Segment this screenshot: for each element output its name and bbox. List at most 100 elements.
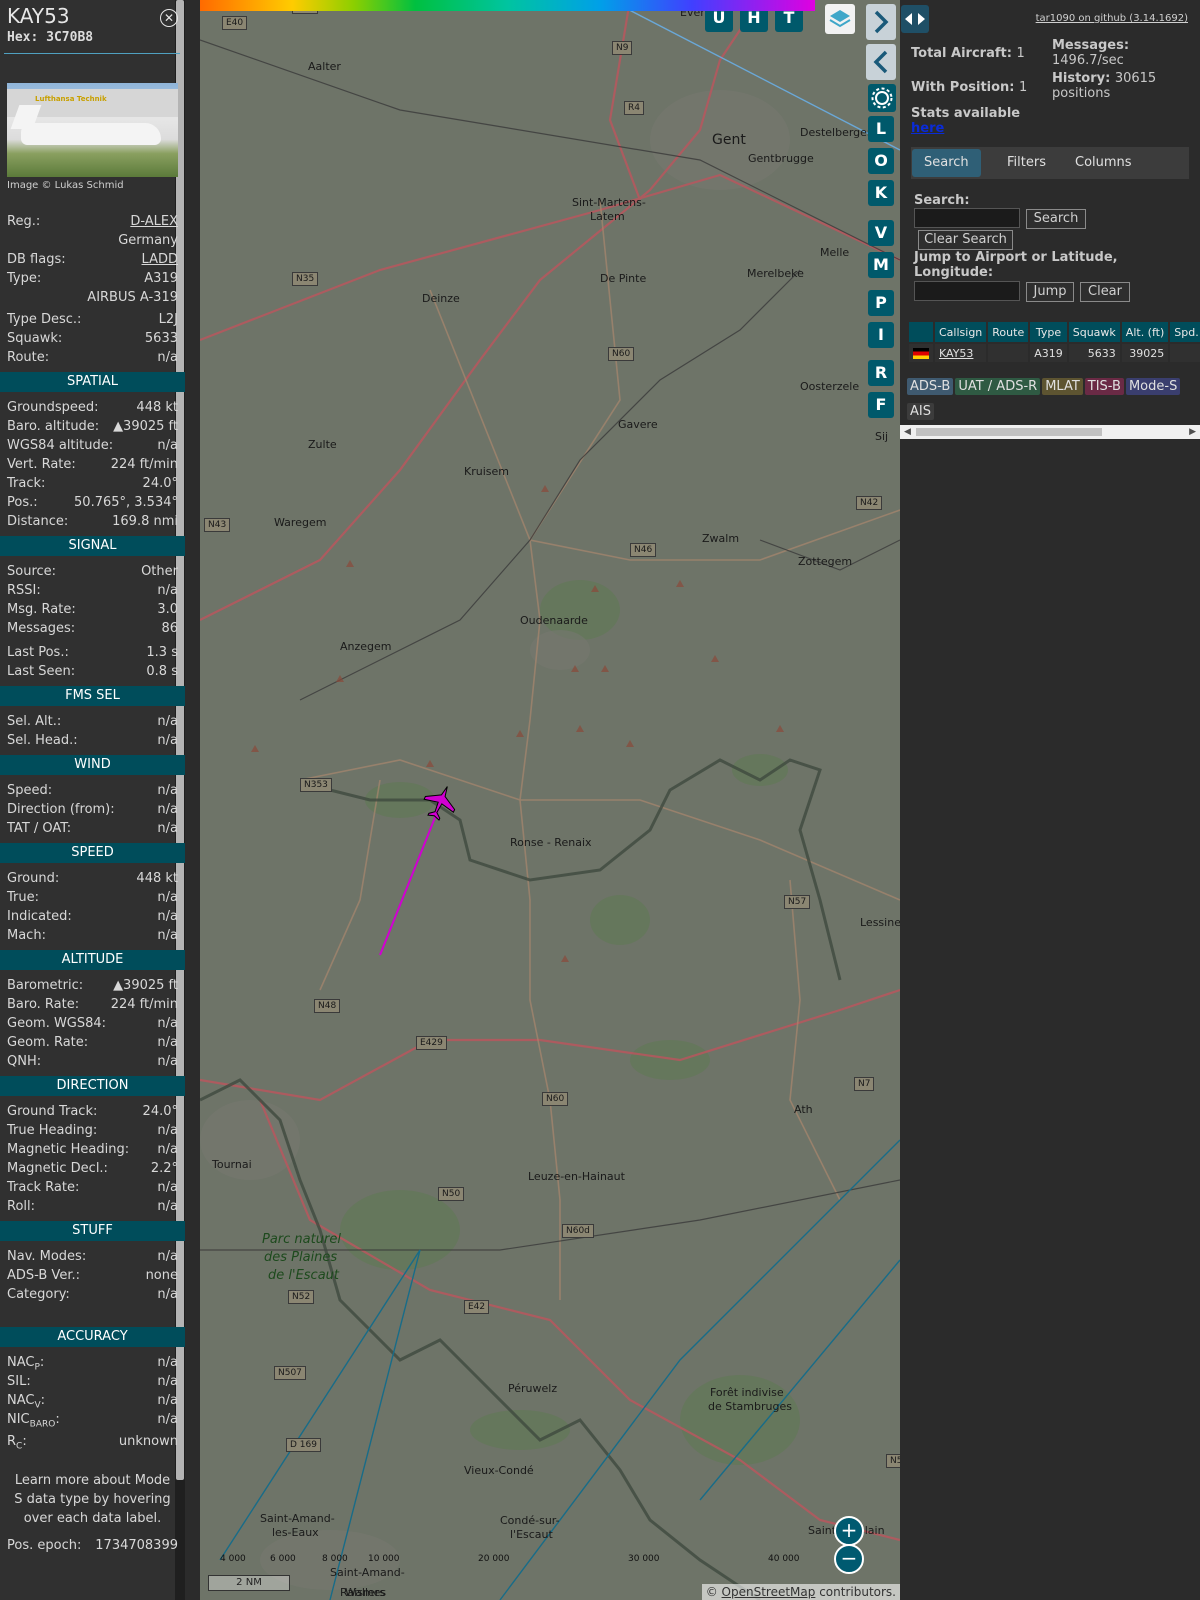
detail-row-nav-modes: Nav. Modes: n/a <box>0 1247 185 1266</box>
detail-label: Pos.: <box>7 495 38 510</box>
settings-gear-icon[interactable] <box>868 84 896 112</box>
place-label: Gavere <box>618 418 658 431</box>
search-input[interactable] <box>914 208 1020 228</box>
map-attribution: © OpenStreetMap contributors. <box>701 1584 900 1600</box>
table-horizontal-scrollbar[interactable]: ◀ ▶ <box>900 425 1200 439</box>
section-header-altitude[interactable]: ALTITUDE <box>0 950 185 970</box>
map-button-r[interactable]: R <box>868 360 894 386</box>
tab-search[interactable]: Search <box>912 149 981 177</box>
map-button-l[interactable]: L <box>868 116 894 142</box>
col-squawk[interactable]: Squawk <box>1068 322 1120 342</box>
section-header-wind[interactable]: WIND <box>0 755 185 775</box>
table-row[interactable]: KAY53 A319 5633 39025 <box>909 344 1200 362</box>
with-position-value: 1 <box>1019 80 1028 95</box>
map-button-v[interactable]: V <box>868 220 894 246</box>
source-chip-mode-s[interactable]: Mode-S <box>1125 378 1181 395</box>
detail-label: TAT / OAT: <box>7 821 72 836</box>
split-toggle-icon[interactable] <box>901 5 929 33</box>
place-label: les-Eaux <box>272 1526 319 1539</box>
detail-value: n/a <box>157 350 178 365</box>
aircraft-ident: KAY53 Hex: 3C70B8 <box>0 0 185 45</box>
map-button-m[interactable]: M <box>868 252 894 278</box>
detail-value: none <box>145 1268 178 1283</box>
source-chip-uat-ads-r[interactable]: UAT / ADS-R <box>955 378 1041 395</box>
detail-value: n/a <box>157 928 178 943</box>
detail-value: n/a <box>157 802 178 817</box>
place-label: Lessines <box>860 916 900 929</box>
source-legend: ADS-B UAT / ADS-R MLAT TIS-B Mode-S AIS <box>907 375 1187 425</box>
stats-here-link[interactable]: here <box>911 121 1020 136</box>
tab-filters[interactable]: Filters <box>995 149 1058 177</box>
scrollbar-thumb[interactable] <box>916 428 1102 436</box>
col-altitude[interactable]: Alt. (ft) <box>1121 322 1169 342</box>
osm-link[interactable]: OpenStreetMap <box>722 1585 816 1599</box>
scroll-left-icon[interactable]: ◀ <box>904 425 911 439</box>
col-type[interactable]: Type <box>1030 322 1067 342</box>
zoom-in-button[interactable]: + <box>834 1516 864 1546</box>
source-chip-ads-b[interactable]: ADS-B <box>907 378 954 395</box>
detail-row-baro-rate: Baro. Rate: 224 ft/min <box>0 995 185 1014</box>
tab-columns[interactable]: Columns <box>1063 149 1144 177</box>
map-button-p[interactable]: P <box>868 290 894 316</box>
with-position: With Position: 1 <box>911 80 1027 95</box>
detail-label: SIL: <box>7 1374 31 1389</box>
aircraft-photo[interactable]: Lufthansa Technik <box>7 83 178 177</box>
scroll-right-icon[interactable]: ▶ <box>1189 425 1196 439</box>
place-label: Forêt indivise <box>710 1386 784 1399</box>
col-callsign[interactable]: Callsign <box>935 322 987 342</box>
aircraft-detail-panel: KAY53 Hex: 3C70B8 ✕ Lufthansa Technik Im… <box>0 0 185 1600</box>
col-route[interactable]: Route <box>988 322 1029 342</box>
map-button-i[interactable]: I <box>868 322 894 348</box>
map-view[interactable]: EvergemAalterGentDestelbergenGentbruggeS… <box>200 0 900 1600</box>
expand-panel-icon[interactable] <box>866 4 896 40</box>
detail-value[interactable]: D-ALEX <box>130 212 178 231</box>
road-shield: N52 <box>288 1290 315 1304</box>
place-label: Waregem <box>274 516 327 529</box>
detail-value: n/a <box>157 1355 178 1370</box>
jump-button[interactable]: Jump <box>1026 282 1074 302</box>
detail-row-sel-head: Sel. Head.: n/a <box>0 731 185 750</box>
detail-label: Ground Track: <box>7 1104 98 1119</box>
section-header-spatial[interactable]: SPATIAL <box>0 372 185 392</box>
zoom-out-button[interactable]: − <box>834 1544 864 1574</box>
detail-label: Last Seen: <box>7 664 76 679</box>
col-speed[interactable]: Spd. <box>1170 322 1200 342</box>
detail-row-pos-epoch: Pos. epoch: 1734708399 <box>0 1536 185 1555</box>
collapse-panel-icon[interactable] <box>866 44 896 80</box>
detail-value[interactable]: LADD <box>142 250 178 269</box>
place-label: Vieux-Condé <box>464 1464 534 1477</box>
github-link[interactable]: tar1090 on github (3.14.1692) <box>1036 13 1188 24</box>
detail-label: Geom. Rate: <box>7 1035 89 1050</box>
source-chip-ais[interactable]: AIS <box>907 403 934 420</box>
place-label: Zottegem <box>798 555 853 568</box>
altitude-tick-label: 20 000 <box>478 1554 510 1564</box>
section-header-accuracy[interactable]: ACCURACY <box>0 1327 185 1347</box>
section-header-stuff[interactable]: STUFF <box>0 1221 185 1241</box>
place-label: Leuze-en-Hainaut <box>528 1170 625 1183</box>
source-chip-tis-b[interactable]: TIS-B <box>1084 378 1124 395</box>
section-header-signal[interactable]: SIGNAL <box>0 536 185 556</box>
search-button[interactable]: Search <box>1026 209 1086 229</box>
detail-label: Magnetic Heading: <box>7 1142 130 1157</box>
close-icon[interactable]: ✕ <box>160 9 178 27</box>
jump-input[interactable] <box>914 281 1020 301</box>
section-header-fms-sel[interactable]: FMS SEL <box>0 686 185 706</box>
col-flag[interactable] <box>909 322 933 342</box>
detail-label: Track Rate: <box>7 1180 80 1195</box>
cell-callsign[interactable]: KAY53 <box>935 344 987 362</box>
section-header-direction[interactable]: DIRECTION <box>0 1076 185 1096</box>
layers-icon[interactable] <box>825 4 855 34</box>
place-label: Oudenaarde <box>520 614 588 627</box>
attribution-suffix: contributors. <box>815 1585 896 1599</box>
detail-label: Last Pos.: <box>7 645 69 660</box>
detail-value: n/a <box>157 1249 178 1264</box>
source-chip-mlat[interactable]: MLAT <box>1042 378 1083 395</box>
section-header-speed[interactable]: SPEED <box>0 843 185 863</box>
map-button-f[interactable]: F <box>868 392 894 418</box>
detail-value: L2J <box>158 312 178 327</box>
clear-search-button[interactable]: Clear Search <box>918 230 1013 250</box>
map-button-k[interactable]: K <box>868 180 894 206</box>
clear-button[interactable]: Clear <box>1080 282 1130 302</box>
map-button-o[interactable]: O <box>868 148 894 174</box>
